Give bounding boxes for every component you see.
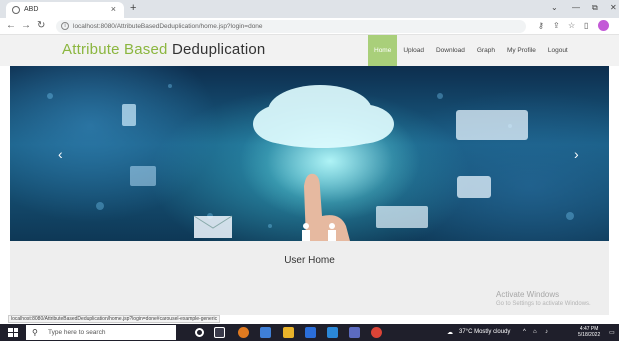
cloud-icon — [253, 85, 394, 148]
site-title-light: Attribute Based — [62, 41, 168, 58]
tray-chevron-icon[interactable]: ^ — [523, 329, 526, 335]
star-icon[interactable]: ☆ — [568, 21, 575, 30]
search-placeholder: Type here to search — [48, 329, 106, 336]
site-header: Attribute Based Deduplication Home Uploa… — [0, 35, 619, 66]
browser-tab-strip: ABD × + ⌄ — ⧉ ✕ — [0, 0, 619, 18]
site-title[interactable]: Attribute Based Deduplication — [62, 41, 265, 58]
main-content: User Home Activate Windows Go to Setting… — [10, 241, 609, 315]
file-explorer-icon[interactable] — [283, 327, 294, 338]
cloud-computing-illustration — [47, 84, 574, 241]
windows-start-icon[interactable] — [8, 328, 18, 337]
system-clock[interactable]: 4:47 PM 5/18/2022 — [578, 326, 600, 338]
activate-windows-subtitle: Go to Settings to activate Windows. — [496, 301, 591, 307]
tab-close-button[interactable]: × — [111, 4, 116, 14]
main-nav: Home Upload Download Graph My Profile Lo… — [368, 35, 574, 66]
taskbar: ⚲ Type here to search ☁ 37°C Mostly clou… — [0, 324, 619, 341]
laptop-icon — [376, 206, 428, 228]
task-view-icon[interactable] — [214, 327, 225, 338]
network-icon[interactable]: ⌂ — [533, 329, 537, 335]
edge-icon[interactable] — [260, 327, 271, 338]
status-bar-url: localhost:8080/AttributeBasedDeduplicati… — [8, 315, 221, 323]
browser-tab[interactable]: ABD × — [6, 2, 124, 18]
hero-carousel: ‹ › — [10, 66, 609, 241]
minimize-button[interactable]: — — [572, 3, 580, 12]
weather-text[interactable]: 37°C Mostly cloudy — [459, 329, 510, 335]
firefox-icon[interactable] — [238, 327, 249, 338]
new-tab-button[interactable]: + — [130, 2, 136, 14]
url-text: localhost:8080/AttributeBasedDeduplicati… — [73, 23, 263, 30]
document-icon — [130, 166, 156, 186]
nav-download[interactable]: Download — [430, 35, 471, 66]
forward-arrow-icon[interactable]: → — [21, 20, 31, 31]
hand-icon — [304, 173, 350, 241]
mail-icon[interactable] — [305, 327, 316, 338]
close-window-button[interactable]: ✕ — [610, 3, 617, 12]
page-title: User Home — [284, 255, 335, 266]
globe-icon — [12, 6, 20, 14]
volume-icon[interactable]: ♪ — [545, 329, 548, 335]
reload-icon[interactable]: ↻ — [37, 20, 45, 31]
taskbar-search-input[interactable]: ⚲ Type here to search — [26, 325, 176, 340]
restore-button[interactable]: ⧉ — [592, 3, 598, 13]
address-bar-row: ← → ↻ i localhost:8080/AttributeBasedDed… — [0, 18, 619, 35]
world-map-icon — [456, 110, 528, 140]
carousel-prev-button[interactable]: ‹ — [58, 146, 63, 162]
chrome-icon[interactable] — [371, 327, 382, 338]
tab-title: ABD — [24, 6, 39, 13]
phone-icon — [122, 104, 136, 126]
nav-my-profile[interactable]: My Profile — [501, 35, 542, 66]
app-icon[interactable] — [349, 327, 360, 338]
activate-windows-title: Activate Windows — [496, 290, 560, 299]
nav-graph[interactable]: Graph — [471, 35, 501, 66]
clock-date: 5/18/2022 — [578, 332, 601, 338]
nav-upload[interactable]: Upload — [397, 35, 430, 66]
key-icon[interactable]: ⚷ — [538, 21, 544, 30]
cortana-icon[interactable] — [195, 328, 204, 337]
chat-bubble-icon — [457, 176, 491, 198]
nav-logout[interactable]: Logout — [542, 35, 574, 66]
search-icon: ⚲ — [32, 328, 38, 337]
back-arrow-icon[interactable]: ← — [6, 20, 16, 31]
sidebar-icon[interactable]: ▯ — [584, 21, 588, 30]
url-input[interactable]: i localhost:8080/AttributeBasedDeduplica… — [56, 20, 526, 33]
profile-avatar[interactable] — [598, 20, 609, 31]
language-icon[interactable]: ᅟ — [556, 329, 562, 338]
site-title-dark: Deduplication — [171, 41, 266, 58]
tab-search-icon[interactable]: ⌄ — [551, 3, 558, 12]
carousel-next-button[interactable]: › — [574, 146, 579, 162]
info-icon[interactable]: i — [61, 22, 69, 30]
weather-icon[interactable]: ☁ — [447, 329, 453, 336]
share-icon[interactable]: ⇪ — [553, 21, 560, 30]
nav-home[interactable]: Home — [368, 35, 398, 66]
notification-icon[interactable]: ▭ — [609, 329, 615, 336]
store-icon[interactable] — [327, 327, 338, 338]
